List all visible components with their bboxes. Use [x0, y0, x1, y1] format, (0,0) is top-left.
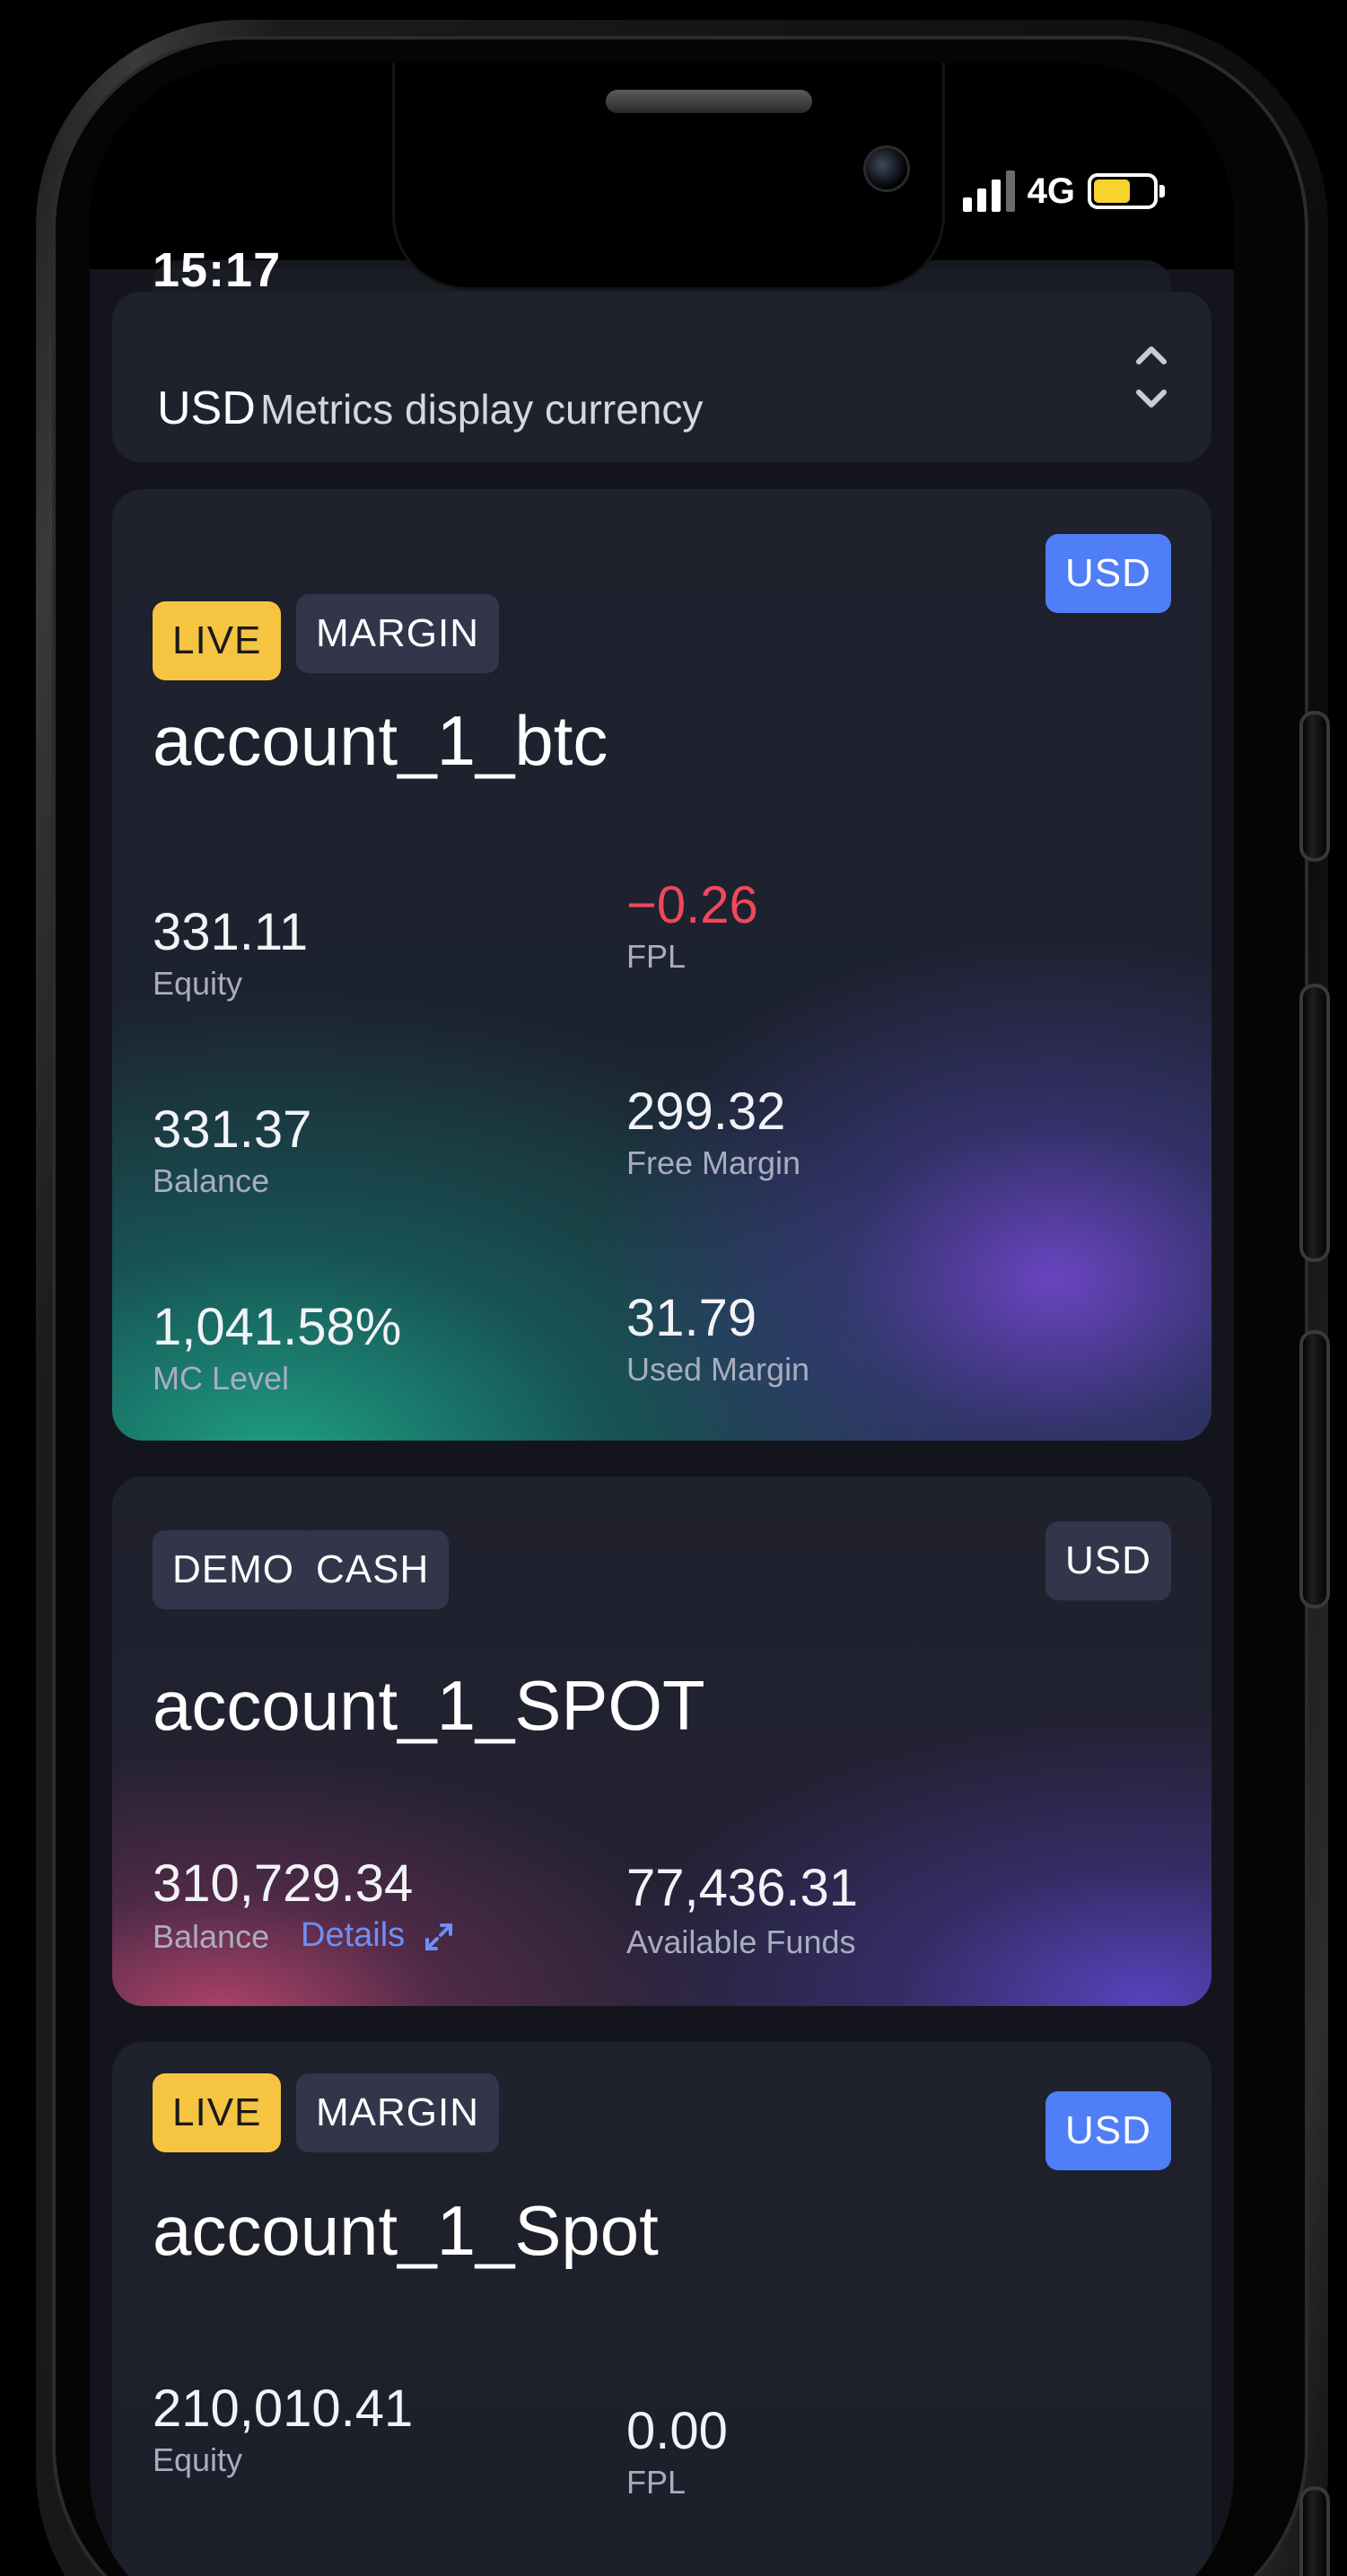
- balance-value: 310,729.34: [153, 1854, 414, 1913]
- accounts-screen: USD Metrics display currency LIVE MARGIN…: [90, 260, 1234, 2576]
- cash-badge: CASH: [296, 1530, 450, 1609]
- phone-screen: USD Metrics display currency LIVE MARGIN…: [90, 63, 1234, 2576]
- notch: [395, 63, 942, 287]
- volume-down-button: [1299, 1330, 1330, 1608]
- side-button: [1299, 2486, 1330, 2576]
- status-time: 15:17: [153, 243, 282, 297]
- balance-value: 331.37: [153, 1100, 312, 1159]
- fpl-value: −0.26: [626, 876, 758, 934]
- mc-level-label: MC Level: [153, 1360, 290, 1397]
- earpiece-speaker: [606, 90, 812, 113]
- details-link[interactable]: Details: [301, 1916, 454, 1955]
- volume-up-button: [1299, 984, 1330, 1262]
- free-margin-value: 299.32: [626, 1082, 786, 1141]
- battery-icon: [1088, 173, 1165, 209]
- mc-level-value: 1,041.58%: [153, 1298, 402, 1356]
- equity-label: Equity: [153, 2441, 243, 2478]
- live-badge: LIVE: [153, 601, 282, 680]
- signal-icon: [962, 171, 1015, 212]
- live-badge: LIVE: [153, 2073, 282, 2152]
- margin-badge: MARGIN: [296, 594, 499, 673]
- used-margin-label: Used Margin: [626, 1351, 810, 1388]
- currency-selector[interactable]: USD Metrics display currency: [112, 292, 1211, 462]
- account-card[interactable]: DEMO CASH USD account_1_SPOT 310,729.34 …: [112, 1476, 1211, 2006]
- used-margin-value: 31.79: [626, 1289, 757, 1347]
- fpl-label: FPL: [626, 2464, 687, 2501]
- free-margin-label: Free Margin: [626, 1144, 801, 1181]
- expand-icon: [424, 1923, 452, 1950]
- equity-value: 331.11: [153, 903, 309, 961]
- camera-icon: [863, 145, 910, 192]
- account-card[interactable]: LIVE MARGIN USD account_1_Spot 210,010.4…: [112, 2042, 1211, 2576]
- balance-label: Balance: [153, 1162, 270, 1199]
- battery-level: [1094, 180, 1130, 203]
- currency-code: USD: [157, 382, 256, 434]
- fpl-label: FPL: [626, 938, 687, 975]
- status-indicators: 4G: [962, 171, 1165, 212]
- available-funds-value: 77,436.31: [626, 1859, 859, 1917]
- currency-badge: USD: [1045, 1521, 1171, 1600]
- account-card[interactable]: LIVE MARGIN USD account_1_btc 331.11 Equ…: [112, 489, 1211, 1441]
- phone-mockup-scene: USD Metrics display currency LIVE MARGIN…: [0, 0, 1347, 2576]
- available-funds-label: Available Funds: [626, 1923, 856, 1960]
- currency-badge: USD: [1045, 2091, 1171, 2170]
- network-type: 4G: [1027, 171, 1075, 211]
- account-name: account_1_Spot: [153, 2191, 659, 2270]
- account-name: account_1_btc: [153, 701, 608, 780]
- fpl-value: 0.00: [626, 2402, 728, 2460]
- equity-label: Equity: [153, 965, 243, 1002]
- currency-badge: USD: [1045, 534, 1171, 613]
- margin-badge: MARGIN: [296, 2073, 499, 2152]
- account-name: account_1_SPOT: [153, 1666, 705, 1745]
- demo-badge: DEMO: [153, 1530, 314, 1609]
- details-link-label: Details: [301, 1916, 406, 1954]
- currency-selector-label: Metrics display currency: [260, 386, 704, 433]
- balance-label: Balance: [153, 1918, 270, 1955]
- silent-switch: [1299, 711, 1330, 862]
- chevron-up-down-icon[interactable]: [1132, 335, 1171, 419]
- equity-value: 210,010.41: [153, 2379, 414, 2438]
